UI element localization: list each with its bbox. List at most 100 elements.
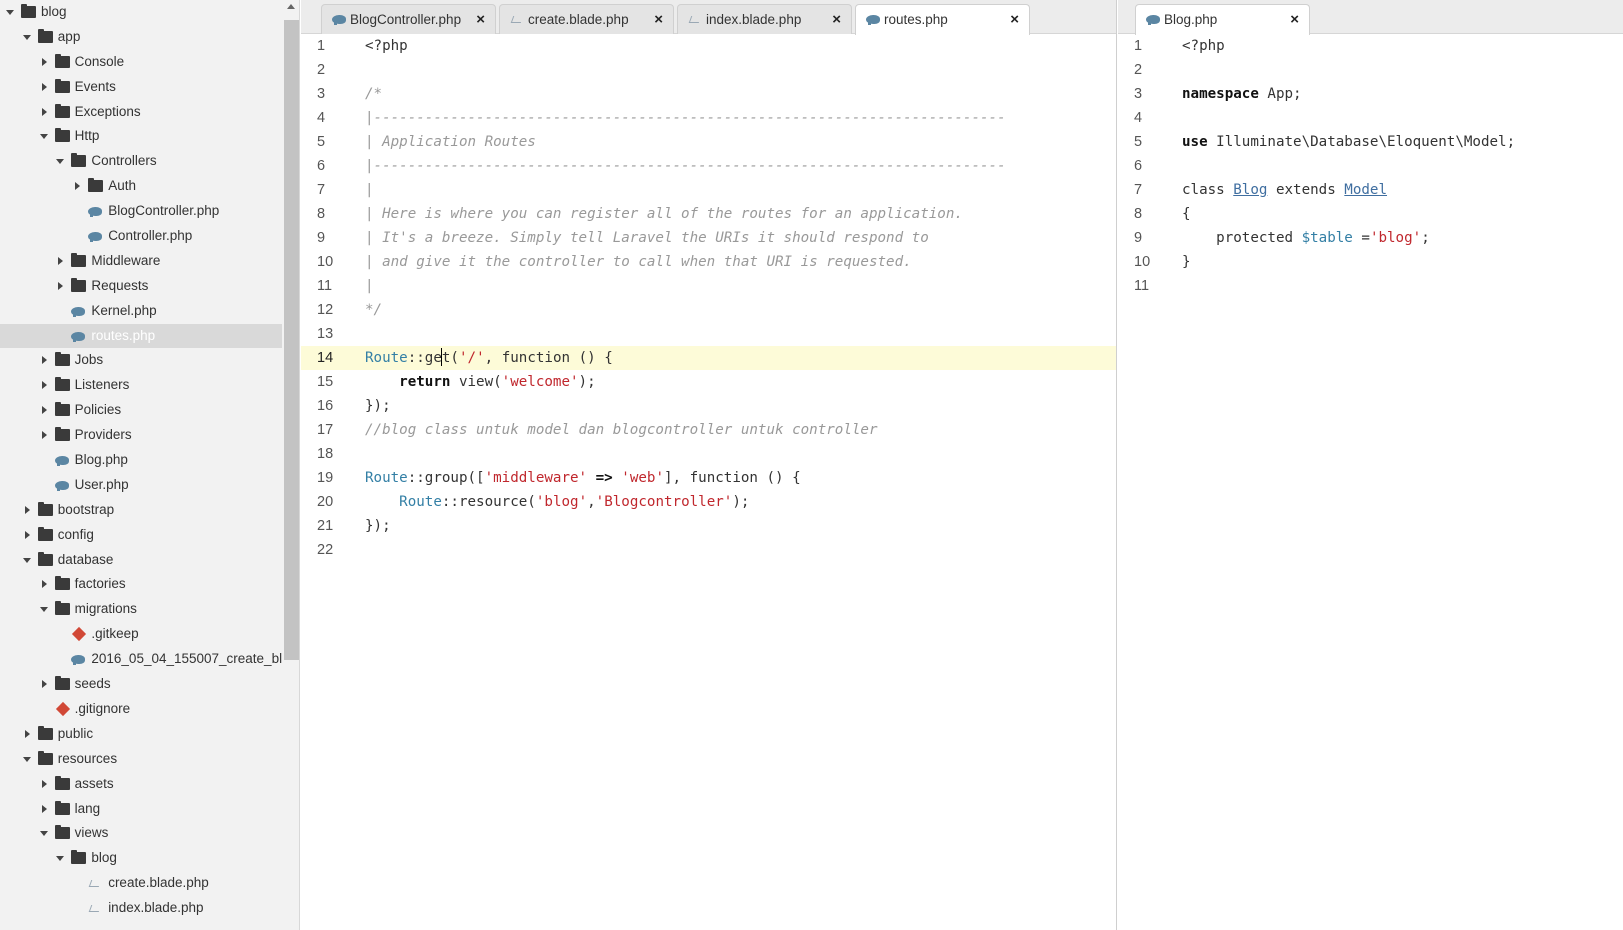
tree-item[interactable]: Providers bbox=[0, 423, 282, 448]
chevron-right-icon[interactable] bbox=[38, 772, 50, 797]
tree-item[interactable]: Controller.php bbox=[0, 224, 282, 249]
code-line[interactable]: 4 |--------------------------------------… bbox=[301, 106, 1116, 130]
tab-blog-php[interactable]: Blog.php × bbox=[1135, 4, 1310, 35]
code-line[interactable]: 14 Route::get('/', function () { bbox=[301, 346, 1116, 370]
close-icon[interactable]: × bbox=[1010, 6, 1019, 34]
chevron-down-icon[interactable] bbox=[21, 747, 33, 772]
code-line[interactable]: 22 bbox=[301, 538, 1116, 562]
tree-item[interactable]: Middleware bbox=[0, 249, 282, 274]
code-line[interactable]: 7 | bbox=[301, 178, 1116, 202]
tree-item[interactable]: Kernel.php bbox=[0, 299, 282, 324]
chevron-down-icon[interactable] bbox=[38, 124, 50, 149]
code-editor-routes[interactable]: 1 <?php 2 3 /* 4 |----------------------------… bbox=[301, 34, 1116, 930]
tab-index-blade-php[interactable]: index.blade.php × bbox=[677, 4, 852, 34]
tree-item[interactable]: bootstrap bbox=[0, 498, 282, 523]
code-line[interactable]: 7 class Blog extends Model bbox=[1118, 178, 1623, 202]
tree-item[interactable]: Requests bbox=[0, 274, 282, 299]
tree-item[interactable]: create.blade.php bbox=[0, 871, 282, 896]
code-line[interactable]: 3 /* bbox=[301, 82, 1116, 106]
close-icon[interactable]: × bbox=[476, 6, 485, 34]
tree-item[interactable]: .gitignore bbox=[0, 697, 282, 722]
code-line[interactable]: 1 <?php bbox=[1118, 34, 1623, 58]
chevron-right-icon[interactable] bbox=[21, 722, 33, 747]
close-icon[interactable]: × bbox=[654, 6, 663, 34]
chevron-right-icon[interactable] bbox=[38, 797, 50, 822]
chevron-right-icon[interactable] bbox=[38, 50, 50, 75]
chevron-right-icon[interactable] bbox=[38, 398, 50, 423]
tree-item[interactable]: Blog.php bbox=[0, 448, 282, 473]
code-line[interactable]: 21}); bbox=[301, 514, 1116, 538]
code-line[interactable]: 10 | and give it the controller to call w… bbox=[301, 250, 1116, 274]
code-line[interactable]: 9 | It's a breeze. Simply tell Laravel th… bbox=[301, 226, 1116, 250]
chevron-right-icon[interactable] bbox=[38, 672, 50, 697]
code-line[interactable]: 1 <?php bbox=[301, 34, 1116, 58]
code-line[interactable]: 9 protected $table ='blog'; bbox=[1118, 226, 1623, 250]
code-line[interactable]: 17 //blog class untuk model dan blogcontr… bbox=[301, 418, 1116, 442]
chevron-down-icon[interactable] bbox=[4, 0, 16, 25]
tree-item[interactable]: Events bbox=[0, 75, 282, 100]
tree-item[interactable]: Auth bbox=[0, 174, 282, 199]
code-line[interactable]: 20 Route::resource('blog','Blogcontrolle… bbox=[301, 490, 1116, 514]
chevron-right-icon[interactable] bbox=[21, 523, 33, 548]
code-line[interactable]: 6 bbox=[1118, 154, 1623, 178]
tree-item[interactable]: blog bbox=[0, 0, 282, 25]
code-line[interactable]: 15 return view('welcome'); bbox=[301, 370, 1116, 394]
tree-item[interactable]: Listeners bbox=[0, 373, 282, 398]
tab-routes-php[interactable]: routes.php × bbox=[855, 4, 1030, 35]
chevron-down-icon[interactable] bbox=[38, 597, 50, 622]
tree-item[interactable]: index.blade.php bbox=[0, 896, 282, 921]
tree-item[interactable]: blog bbox=[0, 846, 282, 871]
tree-item[interactable]: app bbox=[0, 25, 282, 50]
chevron-right-icon[interactable] bbox=[38, 75, 50, 100]
code-line[interactable]: 8 | Here is where you can register all of… bbox=[301, 202, 1116, 226]
tree-item[interactable]: public bbox=[0, 722, 282, 747]
chevron-right-icon[interactable] bbox=[38, 100, 50, 125]
tree-item[interactable]: lang bbox=[0, 797, 282, 822]
code-line[interactable]: 10} bbox=[1118, 250, 1623, 274]
tree-item[interactable]: views bbox=[0, 821, 282, 846]
chevron-right-icon[interactable] bbox=[21, 498, 33, 523]
tree-item[interactable]: Jobs bbox=[0, 348, 282, 373]
tree-item[interactable]: config bbox=[0, 523, 282, 548]
tree-item[interactable]: 2016_05_04_155007_create_blog bbox=[0, 647, 282, 672]
chevron-down-icon[interactable] bbox=[54, 149, 66, 174]
code-line[interactable]: 11 | bbox=[301, 274, 1116, 298]
tree-item[interactable]: User.php bbox=[0, 473, 282, 498]
code-line[interactable]: 16}); bbox=[301, 394, 1116, 418]
tree-item[interactable]: Policies bbox=[0, 398, 282, 423]
code-line[interactable]: 5 use Illuminate\Database\Eloquent\Model; bbox=[1118, 130, 1623, 154]
code-line[interactable]: 12 */ bbox=[301, 298, 1116, 322]
chevron-right-icon[interactable] bbox=[38, 572, 50, 597]
tree-item[interactable]: routes.php bbox=[0, 323, 282, 349]
code-line[interactable]: 6 |--------------------------------------… bbox=[301, 154, 1116, 178]
chevron-down-icon[interactable] bbox=[54, 846, 66, 871]
chevron-down-icon[interactable] bbox=[38, 821, 50, 846]
tree-item[interactable]: seeds bbox=[0, 672, 282, 697]
tree-item[interactable]: assets bbox=[0, 772, 282, 797]
chevron-right-icon[interactable] bbox=[38, 423, 50, 448]
code-editor-blog-model[interactable]: 1 <?php 2 3 namespace App; 4 5 use Illuminate\D… bbox=[1118, 34, 1623, 930]
code-line[interactable]: 11 bbox=[1118, 274, 1623, 298]
code-line[interactable]: 13 bbox=[301, 322, 1116, 346]
code-line[interactable]: 3 namespace App; bbox=[1118, 82, 1623, 106]
chevron-down-icon[interactable] bbox=[21, 25, 33, 50]
tree-item[interactable]: Http bbox=[0, 124, 282, 149]
close-icon[interactable]: × bbox=[1290, 6, 1299, 34]
code-line[interactable]: 19 Route::group(['middleware' => 'web'], … bbox=[301, 466, 1116, 490]
tree-item[interactable]: Console bbox=[0, 50, 282, 75]
code-line[interactable]: 8{ bbox=[1118, 202, 1623, 226]
sidebar-scrollbar-thumb[interactable] bbox=[284, 20, 299, 660]
tree-item[interactable]: .gitkeep bbox=[0, 622, 282, 647]
chevron-right-icon[interactable] bbox=[54, 274, 66, 299]
code-line[interactable]: 2 bbox=[301, 58, 1116, 82]
sidebar-scrollbar[interactable] bbox=[283, 0, 299, 930]
tab-blogcontroller-php[interactable]: BlogController.php × bbox=[321, 4, 496, 34]
chevron-right-icon[interactable] bbox=[54, 249, 66, 274]
tree-item[interactable]: Exceptions bbox=[0, 100, 282, 125]
chevron-right-icon[interactable] bbox=[38, 373, 50, 398]
chevron-right-icon[interactable] bbox=[38, 348, 50, 373]
code-line[interactable]: 4 bbox=[1118, 106, 1623, 130]
code-line[interactable]: 5 | Application Routes bbox=[301, 130, 1116, 154]
tree-item[interactable]: BlogController.php bbox=[0, 199, 282, 224]
tree-item[interactable]: factories bbox=[0, 572, 282, 597]
